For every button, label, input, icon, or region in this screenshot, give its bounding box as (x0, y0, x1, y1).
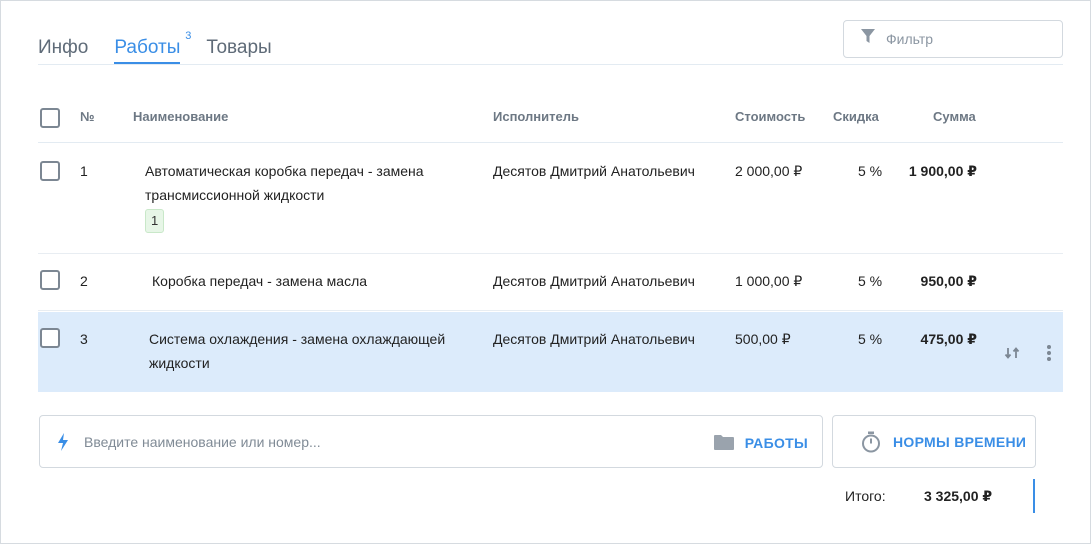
row-executor: Десятов Дмитрий Анатольевич (493, 273, 695, 289)
tabs-divider (38, 64, 1063, 65)
row-num: 1 (80, 163, 88, 179)
tab-info[interactable]: Инфо (38, 37, 88, 62)
filter-icon (860, 28, 876, 50)
lightning-icon (56, 432, 70, 452)
row-cost: 2 000,00 ₽ (735, 163, 803, 179)
row-checkbox[interactable] (40, 270, 60, 290)
reorder-arrows-icon[interactable] (1004, 346, 1022, 365)
total-label: Итого: (845, 488, 886, 504)
row-name-line1: Система охлаждения - замена охлаждающей (149, 331, 446, 347)
col-num: № (80, 109, 95, 124)
works-catalog-button[interactable]: РАБОТЫ (713, 416, 808, 469)
row-sum: 475,00 ₽ (920, 331, 977, 347)
more-vertical-icon[interactable] (1046, 344, 1052, 367)
table-row-selected[interactable]: 3 Система охлаждения - замена охлаждающе… (38, 312, 1063, 392)
row-num: 2 (80, 273, 88, 289)
row-num: 3 (80, 331, 88, 347)
row-badge: 1 (145, 209, 165, 233)
row-discount: 5 % (858, 331, 883, 347)
row-name-line1: Коробка передач - замена масла (152, 273, 368, 289)
tab-works-count: 3 (185, 30, 192, 42)
col-name[interactable]: Наименование (133, 109, 228, 124)
tab-works-label: Работы (114, 37, 181, 58)
col-cost[interactable]: Стоимость (735, 109, 805, 124)
col-executor[interactable]: Исполнитель (493, 109, 579, 124)
row-cost: 1 000,00 ₽ (735, 273, 803, 289)
row-sum: 1 900,00 ₽ (908, 163, 977, 179)
tabs-bar: Инфо Работы 3 Товары (38, 30, 298, 64)
row-executor: Десятов Дмитрий Анатольевич (493, 331, 695, 347)
row-cost: 500,00 ₽ (735, 331, 791, 347)
table-header: № Наименование Исполнитель Стоимость Ски… (38, 99, 1063, 143)
time-norms-label: НОРМЫ ВРЕМЕНИ (893, 433, 1027, 450)
row-discount: 5 % (858, 273, 883, 289)
row-name-line2: жидкости (149, 355, 210, 371)
row-name-line1: Автоматическая коробка передач - замена (145, 163, 424, 179)
time-norms-button[interactable]: НОРМЫ ВРЕМЕНИ (832, 415, 1036, 468)
tab-works[interactable]: Работы 3 (114, 30, 191, 64)
select-all-checkbox[interactable] (40, 108, 60, 128)
row-name-line2: трансмиссионной жидкости (145, 187, 325, 203)
add-work-field[interactable]: РАБОТЫ (39, 415, 823, 468)
row-sum: 950,00 ₽ (920, 273, 977, 289)
col-sum[interactable]: Сумма (933, 109, 976, 124)
total-accent-bar (1033, 479, 1035, 513)
stopwatch-icon (861, 431, 881, 453)
tab-goods[interactable]: Товары (206, 37, 271, 62)
row-executor: Десятов Дмитрий Анатольевич (493, 163, 695, 179)
filter-input[interactable] (886, 31, 1056, 47)
table-row[interactable]: 2 Коробка передач - замена масла Десятов… (38, 254, 1063, 311)
table-row[interactable]: 1 Автоматическая коробка передач - замен… (38, 144, 1063, 254)
folder-icon (713, 434, 735, 451)
col-discount[interactable]: Скидка (833, 109, 879, 124)
filter-field[interactable] (843, 20, 1063, 58)
works-catalog-label: РАБОТЫ (744, 434, 808, 451)
total-value: 3 325,00 ₽ (924, 488, 993, 504)
row-checkbox[interactable] (40, 161, 60, 181)
add-work-input[interactable] (84, 433, 684, 450)
row-checkbox[interactable] (40, 328, 60, 348)
row-discount: 5 % (858, 163, 883, 179)
works-panel: Инфо Работы 3 Товары № Наименование Испо… (0, 0, 1091, 544)
